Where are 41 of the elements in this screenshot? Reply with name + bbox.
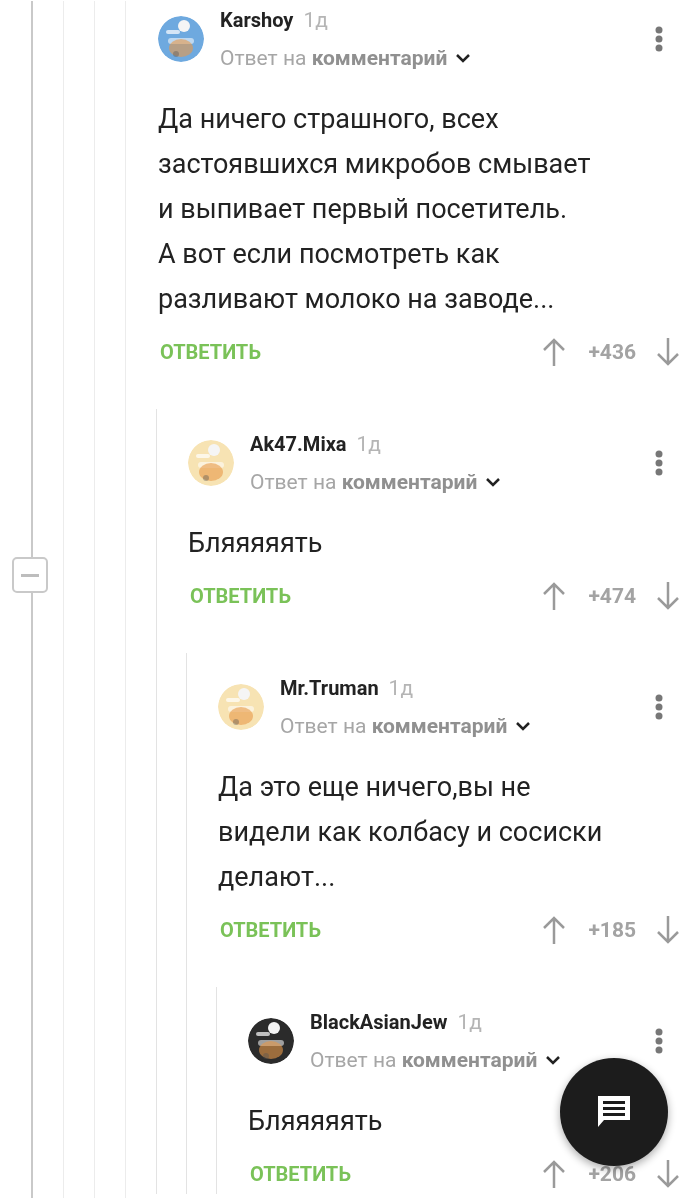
upvote-icon[interactable] <box>542 1159 567 1189</box>
upvote-icon[interactable] <box>542 337 567 367</box>
more-icon[interactable] <box>655 450 663 476</box>
reply-button[interactable]: ОТВЕТИТЬ <box>158 340 263 364</box>
reply-to-link[interactable]: Ответ на комментарий <box>280 714 508 738</box>
reply-to-link[interactable]: Ответ на комментарий <box>220 46 448 70</box>
reply-to-link[interactable]: Ответ на комментарий <box>310 1048 538 1072</box>
comment-text: Да ничего страшного, всех застоявшихся микробов смывает и выпивает первый посетитель. А вот если посмотреть как разливают молоко на заводе... <box>158 102 591 317</box>
comment-time: 1д <box>303 8 328 32</box>
comment-text: Да это еще ничего,вы не видели как колбасу и сосиски делают... <box>218 770 603 895</box>
reply-button[interactable]: ОТВЕТИТЬ <box>248 1162 353 1186</box>
rating: +185 <box>588 918 636 942</box>
chevron-down-icon[interactable] <box>515 720 532 732</box>
upvote-icon[interactable] <box>542 581 567 611</box>
comment-time: 1д <box>356 432 382 456</box>
rating: +436 <box>588 340 636 364</box>
author-name[interactable]: Ak47.Mixa <box>250 432 347 456</box>
downvote-icon[interactable] <box>656 1159 680 1189</box>
author-name[interactable]: Mr.Truman <box>280 676 379 700</box>
chevron-down-icon[interactable] <box>545 1054 562 1066</box>
comment-text: Бляяяяять <box>188 526 323 561</box>
downvote-icon[interactable] <box>656 581 680 611</box>
rating: +474 <box>588 584 636 608</box>
author-name[interactable]: Karshoy <box>220 8 294 32</box>
rating: +206 <box>588 1162 636 1186</box>
comment-button[interactable] <box>560 1058 668 1166</box>
chevron-down-icon[interactable] <box>485 476 502 488</box>
downvote-icon[interactable] <box>656 337 680 367</box>
reply-button[interactable]: ОТВЕТИТЬ <box>188 584 293 608</box>
comment-text: Бляяяяять <box>248 1104 383 1139</box>
downvote-icon[interactable] <box>656 915 680 945</box>
reply-to-link[interactable]: Ответ на комментарий <box>250 470 478 494</box>
more-icon[interactable] <box>655 26 663 52</box>
more-icon[interactable] <box>655 694 663 720</box>
upvote-icon[interactable] <box>542 915 567 945</box>
reply-button[interactable]: ОТВЕТИТЬ <box>218 918 323 942</box>
author-name[interactable]: BlackAsianJew <box>310 1010 448 1034</box>
comment-time: 1д <box>388 676 414 700</box>
comment-time: 1д <box>457 1010 482 1034</box>
more-icon[interactable] <box>655 1028 663 1054</box>
chevron-down-icon[interactable] <box>455 52 472 64</box>
